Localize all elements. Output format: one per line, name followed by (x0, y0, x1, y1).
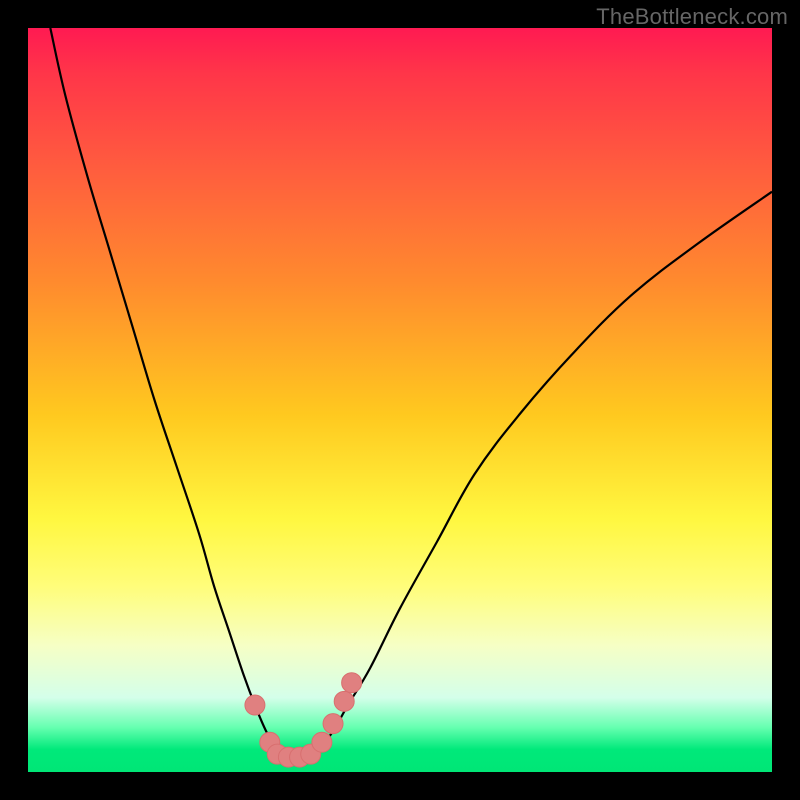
chart-svg (28, 28, 772, 772)
chart-plot-area (28, 28, 772, 772)
chart-frame: TheBottleneck.com (0, 0, 800, 800)
curve-marker (312, 732, 332, 752)
curve-marker (323, 714, 343, 734)
watermark-text: TheBottleneck.com (596, 4, 788, 30)
bottleneck-curve (50, 28, 772, 758)
curve-markers (245, 673, 362, 767)
curve-marker (334, 691, 354, 711)
curve-marker (245, 695, 265, 715)
curve-marker (342, 673, 362, 693)
